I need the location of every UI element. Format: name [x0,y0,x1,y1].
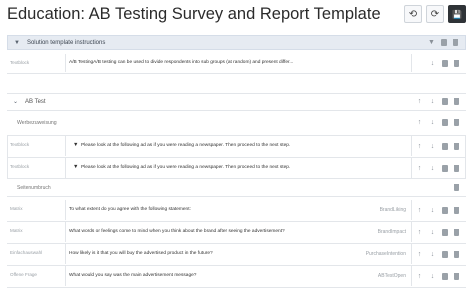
copy-icon[interactable] [442,119,448,126]
question-row[interactable]: Textblock A/B TestingA/B testing can be … [7,54,466,72]
question-type: Matrix [10,206,23,211]
trash-icon[interactable] [454,228,459,236]
question-text: Please look at the following ad as if yo… [81,143,291,148]
section-label: Solution template instructions [26,39,106,46]
copy-icon[interactable] [442,98,448,105]
question-type: Einfachauswahl [10,250,43,255]
arrow-down-icon[interactable]: ↓ [429,165,436,172]
arrow-down-icon[interactable]: ↓ [429,98,436,105]
trash-icon[interactable] [454,184,459,191]
row-actions: ↑ ↓ [416,136,466,156]
group-label: Werbezuweisung [17,119,57,126]
page-break-actions [454,181,466,194]
arrow-up-icon[interactable]: ↑ [416,251,423,258]
question-text: Please look at the following ad as if yo… [81,165,291,170]
arrow-down-icon[interactable]: ↓ [429,229,436,236]
question-tag: ABTestOpen [377,273,406,279]
redo-icon: ⟳ [430,8,440,20]
trash-icon[interactable] [454,250,459,258]
copy-icon[interactable] [442,272,448,280]
arrow-up-icon[interactable]: ↑ [416,229,423,236]
save-button[interactable]: 💾 [448,5,466,23]
row-actions: ↑ ↓ [416,266,466,286]
arrow-up-icon[interactable]: ↑ [416,98,423,105]
chevron-down-icon[interactable]: ⌄ [13,98,18,105]
arrow-down-icon[interactable]: ▼ [428,39,435,46]
page-break-label: Seitenumbruch [17,184,51,191]
copy-icon[interactable] [442,250,448,258]
copy-icon[interactable] [442,142,448,150]
trash-icon[interactable] [454,59,459,67]
arrow-down-icon[interactable]: ↓ [429,60,436,67]
copy-icon[interactable] [442,59,448,67]
row-actions: ↑ ↓ [416,222,466,242]
trash-icon[interactable] [454,142,459,150]
undo-button[interactable]: ⟲ [404,5,422,23]
question-row[interactable]: Einfachauswahl How likely is it that you… [7,244,466,264]
question-row[interactable]: Matrix To what extent do you agree with … [7,200,466,220]
question-type: Textblock [10,60,30,65]
group-header[interactable]: Werbezuweisung ↑ ↓ [7,115,466,130]
trash-icon[interactable] [454,206,459,214]
trash-icon[interactable] [454,98,459,105]
section-header-solution[interactable]: ▼ Solution template instructions ▼ [7,35,466,50]
chevron-down-icon[interactable]: ▼ [14,40,20,46]
arrow-down-icon[interactable]: ↓ [429,119,436,126]
page-title: Education: AB Testing Survey and Report … [7,5,381,23]
question-text: A/B TestingA/B testing can be used to di… [69,60,294,65]
question-text: How likely is it that you will buy the a… [69,251,213,256]
filter-icon: ▼ [73,142,79,148]
arrow-down-icon[interactable]: ↓ [429,143,436,150]
question-tag: BrandLiking [379,207,406,213]
filter-icon: ▼ [73,164,79,170]
undo-icon: ⟲ [408,8,418,20]
question-row[interactable]: Matrix What words or feelings come to mi… [7,222,466,242]
question-type: Offene Frage [10,272,37,277]
arrow-up-icon[interactable]: ↑ [416,207,423,214]
question-tag: PurchaseIntention [365,251,406,257]
trash-icon[interactable] [453,39,458,46]
question-type: Textblock [10,164,30,169]
question-row[interactable]: Textblock ▼ Please look at the following… [7,136,466,156]
question-type: Matrix [10,228,23,233]
question-text: What would you say was the main advertis… [69,273,197,278]
arrow-down-icon[interactable]: ↓ [429,207,436,214]
row-actions: ↑ ↓ [416,200,466,220]
copy-icon[interactable] [442,164,448,172]
question-row[interactable]: Textblock ▼ Please look at the following… [7,158,466,178]
page-break[interactable]: Seitenumbruch [7,181,466,194]
survey-editor: Education: AB Testing Survey and Report … [0,0,474,293]
question-tag: BrandImpact [377,229,406,235]
section-actions: ↑ ↓ [416,94,466,109]
arrow-down-icon[interactable]: ↓ [429,251,436,258]
section-label: AB Test [25,98,46,105]
row-actions: ↓ [429,54,466,72]
trash-icon[interactable] [454,272,459,280]
arrow-up-icon[interactable]: ↑ [416,119,423,126]
question-text: To what extent do you agree with the fol… [69,207,191,212]
trash-icon[interactable] [454,119,459,126]
save-icon: 💾 [452,9,462,19]
question-text: What words or feelings come to mind when… [69,229,285,234]
arrow-up-icon[interactable]: ↑ [416,165,423,172]
row-actions: ↑ ↓ [416,244,466,264]
copy-icon[interactable] [442,206,448,214]
section-actions: ▼ [428,36,465,49]
copy-icon[interactable] [441,39,447,46]
copy-icon[interactable] [442,228,448,236]
arrow-up-icon[interactable]: ↑ [416,143,423,150]
row-actions: ↑ ↓ [416,158,466,178]
question-type: Textblock [10,142,30,147]
section-header-ab-test[interactable]: ⌄ AB Test ↑ ↓ [7,94,466,109]
redo-button[interactable]: ⟳ [426,5,444,23]
trash-icon[interactable] [454,164,459,172]
question-row[interactable]: Offene Frage What would you say was the … [7,266,466,286]
group-actions: ↑ ↓ [416,115,466,130]
arrow-down-icon[interactable]: ↓ [429,273,436,280]
arrow-up-icon[interactable]: ↑ [416,273,423,280]
header-actions: ⟲ ⟳ 💾 [404,5,466,23]
